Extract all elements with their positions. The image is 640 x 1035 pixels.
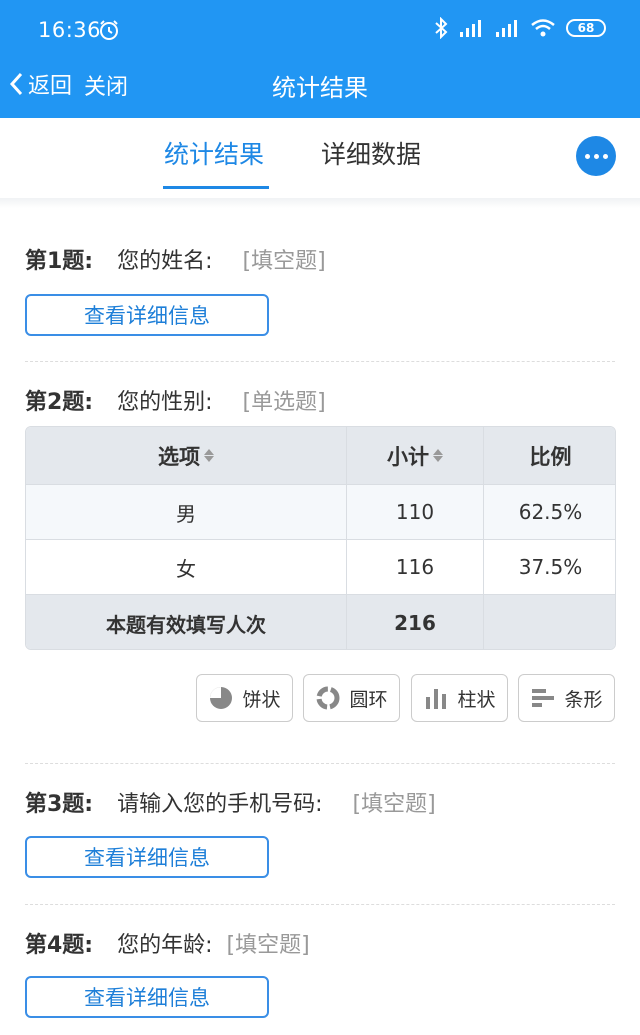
pie-chart-button[interactable]: 饼状 — [196, 674, 293, 722]
pie-chart-icon — [210, 687, 233, 709]
question-number: 第4题: — [25, 933, 94, 958]
tab-shadow — [0, 198, 640, 208]
sort-icon — [204, 449, 214, 462]
view-details-button-q4[interactable]: 查看详细信息 — [25, 976, 269, 1018]
bar-chart-button[interactable]: 柱状 — [411, 674, 508, 722]
signal-icon — [460, 20, 481, 37]
table-row: 男 110 62.5% — [26, 484, 615, 539]
tab-detail-data[interactable]: 详细数据 — [321, 135, 421, 171]
question-type: [填空题] — [352, 792, 436, 817]
header-ratio: 比例 — [529, 444, 572, 469]
active-tab-indicator — [163, 186, 269, 189]
signal-icon-2 — [496, 20, 517, 37]
question-number: 第2题: — [25, 390, 94, 415]
bluetooth-icon — [435, 17, 448, 39]
question-text: 您的性别: — [117, 390, 213, 415]
table-row: 女 116 37.5% — [26, 539, 615, 594]
header-option[interactable]: 选项 — [26, 427, 347, 484]
horizontal-bar-button[interactable]: 条形 — [518, 674, 615, 722]
view-details-button-q3[interactable]: 查看详细信息 — [25, 836, 269, 878]
divider — [25, 904, 615, 905]
question-4-header: 第4题: 您的年龄: [填空题] — [25, 927, 310, 959]
status-bar: 16:36 68 — [0, 0, 640, 58]
question-text: 您的年龄: — [117, 933, 213, 958]
table-footer-row: 本题有效填写人次 216 — [26, 594, 615, 649]
question-3-header: 第3题: 请输入您的手机号码: [填空题] — [25, 786, 436, 818]
option-cell: 女 — [26, 540, 347, 594]
question-2-header: 第2题: 您的性别: [单选题] — [25, 384, 326, 416]
question-number: 第3题: — [25, 792, 94, 817]
empty-cell — [484, 595, 615, 649]
question-number: 第1题: — [25, 249, 94, 274]
header-count[interactable]: 小计 — [347, 427, 484, 484]
view-details-button-q1[interactable]: 查看详细信息 — [25, 294, 269, 336]
question-1-header: 第1题: 您的姓名: [填空题] — [25, 243, 326, 275]
battery-icon: 68 — [566, 19, 606, 37]
more-options-button[interactable] — [576, 136, 616, 176]
sort-icon — [433, 449, 443, 462]
horizontal-bar-icon — [532, 689, 555, 707]
donut-chart-button[interactable]: 圆环 — [303, 674, 400, 722]
count-cell: 110 — [347, 485, 484, 539]
page-title: 统计结果 — [272, 74, 368, 102]
divider — [25, 763, 615, 764]
divider — [25, 361, 615, 362]
question-type: [填空题] — [242, 249, 326, 274]
question-type: [单选题] — [242, 390, 326, 415]
valid-responses-count: 216 — [347, 595, 484, 649]
ratio-cell: 62.5% — [518, 500, 583, 524]
alarm-icon — [100, 20, 118, 40]
status-time: 16:36 — [38, 18, 102, 42]
donut-chart-icon — [316, 686, 340, 710]
count-cell: 116 — [347, 540, 484, 594]
tab-bar: 统计结果 详细数据 — [0, 118, 640, 198]
option-cell: 男 — [26, 485, 347, 539]
tab-statistics[interactable]: 统计结果 — [164, 135, 264, 171]
more-dots-icon — [584, 153, 590, 159]
wifi-icon — [531, 19, 555, 37]
valid-responses-label: 本题有效填写人次 — [26, 595, 347, 649]
ratio-cell: 37.5% — [518, 555, 583, 579]
bar-chart-icon — [426, 689, 447, 709]
question-type: [填空题] — [226, 933, 310, 958]
result-table: 选项 小计 比例 男 110 62.5% 女 116 37.5% 本题有效填写人… — [25, 426, 616, 650]
table-header-row: 选项 小计 比例 — [26, 427, 615, 484]
question-text: 您的姓名: — [117, 249, 213, 274]
question-text: 请输入您的手机号码: — [117, 792, 323, 817]
nav-bar: 返回 关闭 统计结果 — [0, 58, 640, 118]
